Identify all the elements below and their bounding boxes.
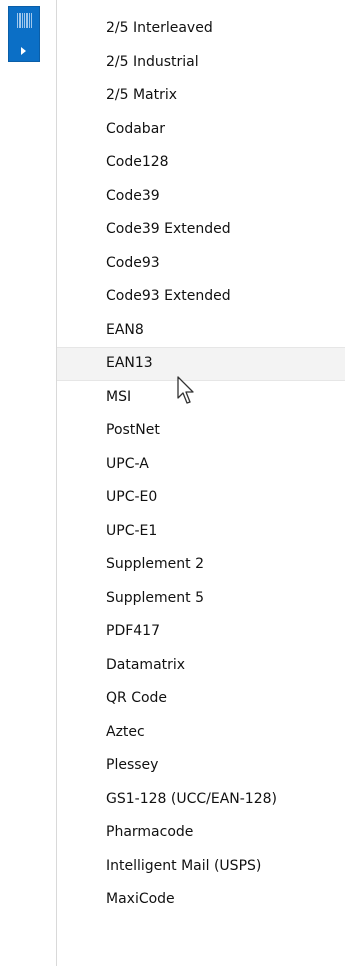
menu-item-ean13[interactable]: EAN13 [57,347,345,381]
menu-item-plessey[interactable]: Plessey [57,749,345,783]
menu-item-qr-code[interactable]: QR Code [57,682,345,716]
menu-item-maxicode[interactable]: MaxiCode [57,883,345,917]
barcode-icon [17,13,32,28]
barcode-type-menu: 2/5 Interleaved 2/5 Industrial 2/5 Matri… [56,0,345,966]
menu-item-intelligent-mail[interactable]: Intelligent Mail (USPS) [57,850,345,884]
menu-item-pharmacode[interactable]: Pharmacode [57,816,345,850]
menu-item-codabar[interactable]: Codabar [57,113,345,147]
menu-item-2-5-matrix[interactable]: 2/5 Matrix [57,79,345,113]
toolbar-gutter [0,0,56,966]
menu-item-upc-e1[interactable]: UPC-E1 [57,515,345,549]
menu-item-2-5-interleaved[interactable]: 2/5 Interleaved [57,12,345,46]
menu-list: 2/5 Interleaved 2/5 Industrial 2/5 Matri… [57,0,345,917]
menu-item-gs1-128[interactable]: GS1-128 (UCC/EAN-128) [57,783,345,817]
menu-item-code93-extended[interactable]: Code93 Extended [57,280,345,314]
menu-item-supplement-5[interactable]: Supplement 5 [57,582,345,616]
menu-item-postnet[interactable]: PostNet [57,414,345,448]
menu-item-2-5-industrial[interactable]: 2/5 Industrial [57,46,345,80]
menu-item-datamatrix[interactable]: Datamatrix [57,649,345,683]
menu-item-upc-e0[interactable]: UPC-E0 [57,481,345,515]
barcode-type-dropdown-button[interactable] [8,6,40,62]
barcode-type-picker: 2/5 Interleaved 2/5 Industrial 2/5 Matri… [0,0,345,966]
menu-item-msi[interactable]: MSI [57,381,345,415]
menu-item-code39[interactable]: Code39 [57,180,345,214]
menu-item-ean8[interactable]: EAN8 [57,314,345,348]
menu-item-code128[interactable]: Code128 [57,146,345,180]
menu-item-pdf417[interactable]: PDF417 [57,615,345,649]
menu-item-code93[interactable]: Code93 [57,247,345,281]
menu-item-upc-a[interactable]: UPC-A [57,448,345,482]
menu-item-aztec[interactable]: Aztec [57,716,345,750]
menu-item-code39-extended[interactable]: Code39 Extended [57,213,345,247]
menu-item-supplement-2[interactable]: Supplement 2 [57,548,345,582]
chevron-right-icon [21,47,26,55]
